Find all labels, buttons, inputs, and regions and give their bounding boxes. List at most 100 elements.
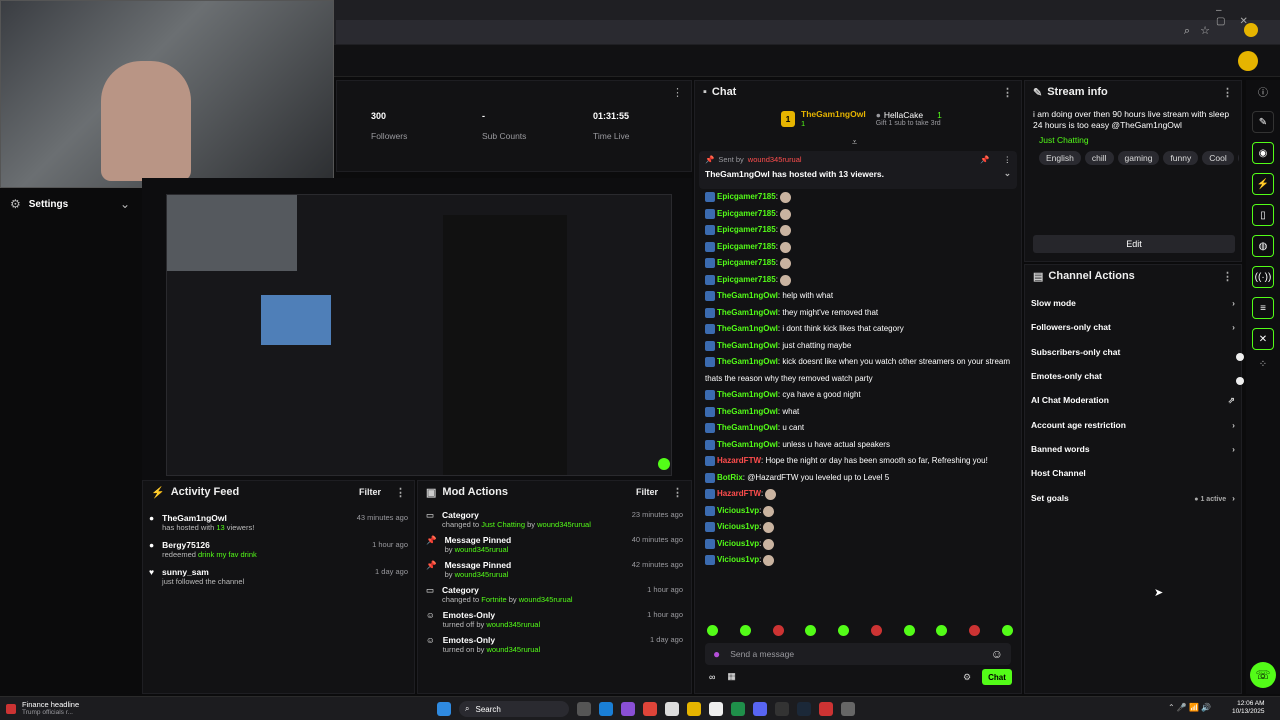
more-icon[interactable]: ⋮ xyxy=(672,86,683,99)
chat-username[interactable]: HazardFTW xyxy=(717,486,761,503)
quick-emote-icon[interactable] xyxy=(870,625,882,636)
channel-action-item[interactable]: Followers-only chat › xyxy=(1025,315,1241,339)
channel-action-item[interactable]: AI Chat Moderation ⇗ xyxy=(1025,388,1241,412)
chat-username[interactable]: TheGam1ngOwl xyxy=(717,437,778,454)
quick-emote-icon[interactable] xyxy=(805,625,817,636)
system-tray-icons[interactable]: ⌃ 🎤 📶 🔊 xyxy=(1168,703,1211,712)
info-icon[interactable]: ⓘ xyxy=(1258,84,1268,99)
steam-icon[interactable] xyxy=(797,702,811,716)
edge-icon[interactable] xyxy=(599,702,613,716)
lightning-icon[interactable]: ⚡ xyxy=(1252,173,1274,195)
stream-tag[interactable]: funny xyxy=(1163,151,1199,165)
xbox-icon[interactable] xyxy=(731,702,745,716)
channel-action-item[interactable]: Account age restriction › xyxy=(1025,412,1241,436)
expand-leaderboard-icon[interactable]: ⩡ xyxy=(852,137,857,148)
category-name[interactable]: Just Chatting xyxy=(1039,135,1239,145)
camera-icon[interactable]: ◉ xyxy=(1252,142,1274,164)
clock[interactable]: 12:06 AM 10/13/2025 xyxy=(1232,700,1265,716)
channel-action-item[interactable]: Slow mode › xyxy=(1025,291,1241,315)
stream-tag[interactable]: chill xyxy=(1084,151,1114,165)
calendar-icon[interactable]: ▦ xyxy=(727,671,736,682)
quick-emote-icon[interactable] xyxy=(1001,625,1013,636)
search-icon[interactable]: ⌕ xyxy=(1184,25,1190,38)
chat-username[interactable]: TheGam1ngOwl xyxy=(717,387,778,404)
quick-emote-icon[interactable] xyxy=(936,625,948,636)
chrome-icon[interactable] xyxy=(643,702,657,716)
emoji-icon[interactable]: ☺ xyxy=(991,647,1003,661)
discord-icon[interactable] xyxy=(753,702,767,716)
stream-tag[interactable]: webc xyxy=(1237,151,1239,165)
maps-icon[interactable] xyxy=(819,702,833,716)
channel-action-control[interactable]: ⇗ xyxy=(1228,395,1235,406)
chat-username[interactable]: Vicious1vp xyxy=(717,552,759,569)
address-bar[interactable]: ⌕ ☆ xyxy=(336,20,1280,44)
more-icon[interactable]: ⋮ xyxy=(672,486,683,499)
add-widget-icon[interactable]: ⁘ xyxy=(1259,359,1267,370)
stream-preview[interactable] xyxy=(142,178,692,480)
channel-action-control[interactable]: ● 1 active › xyxy=(1194,493,1235,503)
quick-emote-icon[interactable] xyxy=(903,625,915,636)
channel-action-control[interactable]: › xyxy=(1232,298,1235,308)
channel-action-item[interactable]: Host Channel xyxy=(1025,461,1241,485)
feed-user[interactable]: TheGam1ngOwl xyxy=(162,513,357,523)
chat-username[interactable]: Vicious1vp xyxy=(717,519,759,536)
more-icon[interactable]: ⋮ xyxy=(1222,86,1233,99)
more-icon[interactable]: ⋮ xyxy=(1002,86,1013,99)
stream-tag[interactable]: Cool xyxy=(1202,151,1234,165)
quick-emote-icon[interactable] xyxy=(838,625,850,636)
chat-username[interactable]: TheGam1ngOwl xyxy=(717,338,778,355)
pencil-icon[interactable]: ✎ xyxy=(1252,111,1274,133)
taskbar-search[interactable]: ⌕ Search xyxy=(459,701,569,717)
feed-user[interactable]: Bergy75126 xyxy=(162,540,372,550)
news-widget[interactable]: Finance headline Trump officials r... xyxy=(0,700,79,717)
quick-emote-icon[interactable] xyxy=(772,625,784,636)
chat-username[interactable]: BotRix xyxy=(717,470,743,487)
send-chat-button[interactable]: Chat xyxy=(982,669,1012,685)
copilot-icon[interactable] xyxy=(621,702,635,716)
channel-action-item[interactable]: Set goals ● 1 active › xyxy=(1025,485,1241,509)
star-icon[interactable]: ☆ xyxy=(1200,24,1210,37)
wrench-icon[interactable]: ✕ xyxy=(1252,328,1274,350)
obs-icon[interactable] xyxy=(775,702,789,716)
unpin-icon[interactable]: 📌 xyxy=(980,155,989,164)
settings-app-icon[interactable] xyxy=(841,702,855,716)
stream-tag[interactable]: gaming xyxy=(1117,151,1160,165)
infinity-icon[interactable]: ∞ xyxy=(709,672,715,682)
chat-username[interactable]: TheGam1ngOwl xyxy=(717,288,778,305)
broadcast-icon[interactable]: ((·)) xyxy=(1252,266,1274,288)
pinned-message[interactable]: 📌 Sent by wound345rurual 📌 ⋮ TheGam1ngOw… xyxy=(699,151,1017,189)
chat-input[interactable]: ● Send a message ☺ xyxy=(705,643,1011,665)
more-icon[interactable]: ⋮ xyxy=(1222,270,1233,283)
folder-icon[interactable] xyxy=(687,702,701,716)
chevron-down-icon[interactable]: ⌄ xyxy=(1004,168,1011,179)
chat-username[interactable]: Epicgamer7185 xyxy=(717,189,776,206)
channel-action-item[interactable]: Emotes-only chat xyxy=(1025,364,1241,388)
windows-start-icon[interactable] xyxy=(437,702,451,716)
document-icon[interactable]: ▯ xyxy=(1252,204,1274,226)
channel-action-item[interactable]: Banned words › xyxy=(1025,437,1241,461)
chat-username[interactable]: TheGam1ngOwl xyxy=(717,305,778,322)
edit-stream-info-button[interactable]: Edit xyxy=(1033,235,1235,253)
filter-button[interactable]: Filter xyxy=(359,487,381,497)
more-icon[interactable]: ⋮ xyxy=(1004,155,1012,164)
chat-username[interactable]: Vicious1vp xyxy=(717,503,759,520)
quick-emote-icon[interactable] xyxy=(969,625,981,636)
quick-emote-icon[interactable] xyxy=(707,625,718,636)
chat-username[interactable]: TheGam1ngOwl xyxy=(717,321,778,338)
filter-button[interactable]: Filter xyxy=(636,487,658,497)
list-icon[interactable]: ≡ xyxy=(1252,297,1274,319)
channel-action-control[interactable]: › xyxy=(1232,420,1235,430)
notepad-icon[interactable] xyxy=(709,702,723,716)
feed-user[interactable]: sunny_sam xyxy=(162,567,375,577)
stream-tag[interactable]: English xyxy=(1039,151,1081,165)
channel-action-control[interactable]: › xyxy=(1232,444,1235,454)
chat-username[interactable]: HazardFTW xyxy=(717,453,761,470)
more-icon[interactable]: ⋮ xyxy=(395,486,406,499)
channel-action-control[interactable]: › xyxy=(1232,322,1235,332)
chat-username[interactable]: TheGam1ngOwl xyxy=(717,404,778,421)
mic-icon[interactable]: ● xyxy=(713,647,720,661)
quick-emote-icon[interactable] xyxy=(739,625,751,636)
user-avatar[interactable] xyxy=(1238,51,1258,71)
store-icon[interactable] xyxy=(665,702,679,716)
settings-toggle[interactable]: ⚙ Settings ⌄ xyxy=(0,192,140,216)
